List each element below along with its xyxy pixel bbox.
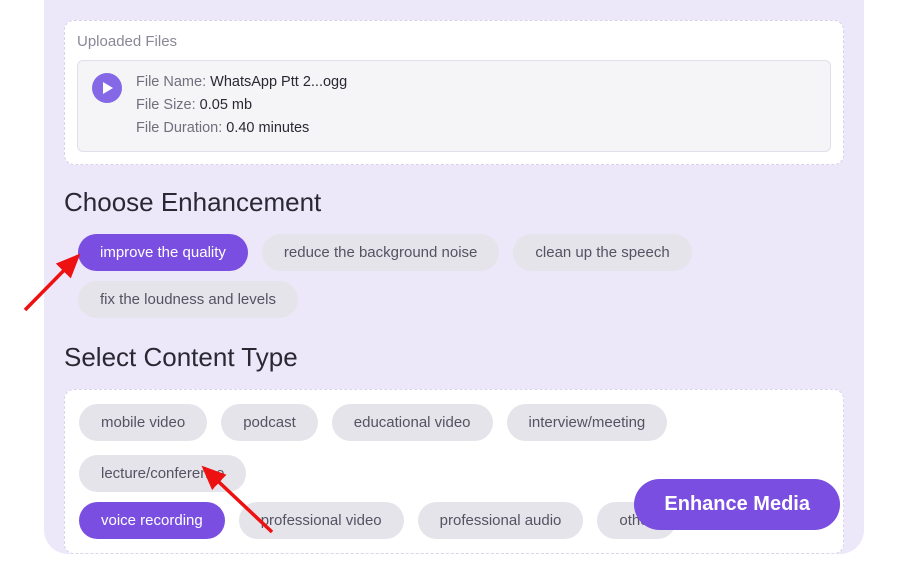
file-size-value: 0.05 mb: [200, 97, 252, 113]
content-educational-video[interactable]: educational video: [332, 404, 493, 441]
uploaded-files-box: Uploaded Files File Name: WhatsApp Ptt 2…: [64, 20, 844, 165]
file-duration-label: File Duration:: [136, 120, 226, 136]
uploaded-files-title: Uploaded Files: [77, 33, 831, 50]
file-meta: File Name: WhatsApp Ptt 2...ogg File Siz…: [136, 71, 347, 141]
enhancement-title: Choose Enhancement: [64, 187, 844, 218]
enhancement-row-1: improve the quality reduce the backgroun…: [78, 234, 844, 271]
file-name-value: WhatsApp Ptt 2...ogg: [210, 74, 347, 90]
file-row: File Name: WhatsApp Ptt 2...ogg File Siz…: [77, 60, 831, 152]
main-card: Uploaded Files File Name: WhatsApp Ptt 2…: [44, 0, 864, 554]
content-interview[interactable]: interview/meeting: [507, 404, 668, 441]
enhancement-reduce-noise[interactable]: reduce the background noise: [262, 234, 499, 271]
enhancement-group: improve the quality reduce the backgroun…: [64, 234, 844, 318]
file-duration-line: File Duration: 0.40 minutes: [136, 117, 347, 140]
content-professional-audio[interactable]: professional audio: [418, 502, 584, 539]
file-duration-value: 0.40 minutes: [226, 120, 309, 136]
enhancement-improve-quality[interactable]: improve the quality: [78, 234, 248, 271]
enhancement-clean-speech[interactable]: clean up the speech: [513, 234, 691, 271]
content-mobile-video[interactable]: mobile video: [79, 404, 207, 441]
enhancement-row-2: fix the loudness and levels: [78, 281, 844, 318]
content-professional-video[interactable]: professional video: [239, 502, 404, 539]
enhancement-fix-loudness[interactable]: fix the loudness and levels: [78, 281, 298, 318]
play-button[interactable]: [92, 73, 122, 103]
file-size-line: File Size: 0.05 mb: [136, 94, 347, 117]
content-type-title: Select Content Type: [64, 342, 844, 373]
file-name-label: File Name:: [136, 74, 210, 90]
file-size-label: File Size:: [136, 97, 200, 113]
content-lecture[interactable]: lecture/conference: [79, 455, 246, 492]
file-name-line: File Name: WhatsApp Ptt 2...ogg: [136, 71, 347, 94]
play-icon: [102, 82, 114, 94]
content-podcast[interactable]: podcast: [221, 404, 318, 441]
content-voice-recording[interactable]: voice recording: [79, 502, 225, 539]
enhance-media-button[interactable]: Enhance Media: [634, 479, 840, 530]
